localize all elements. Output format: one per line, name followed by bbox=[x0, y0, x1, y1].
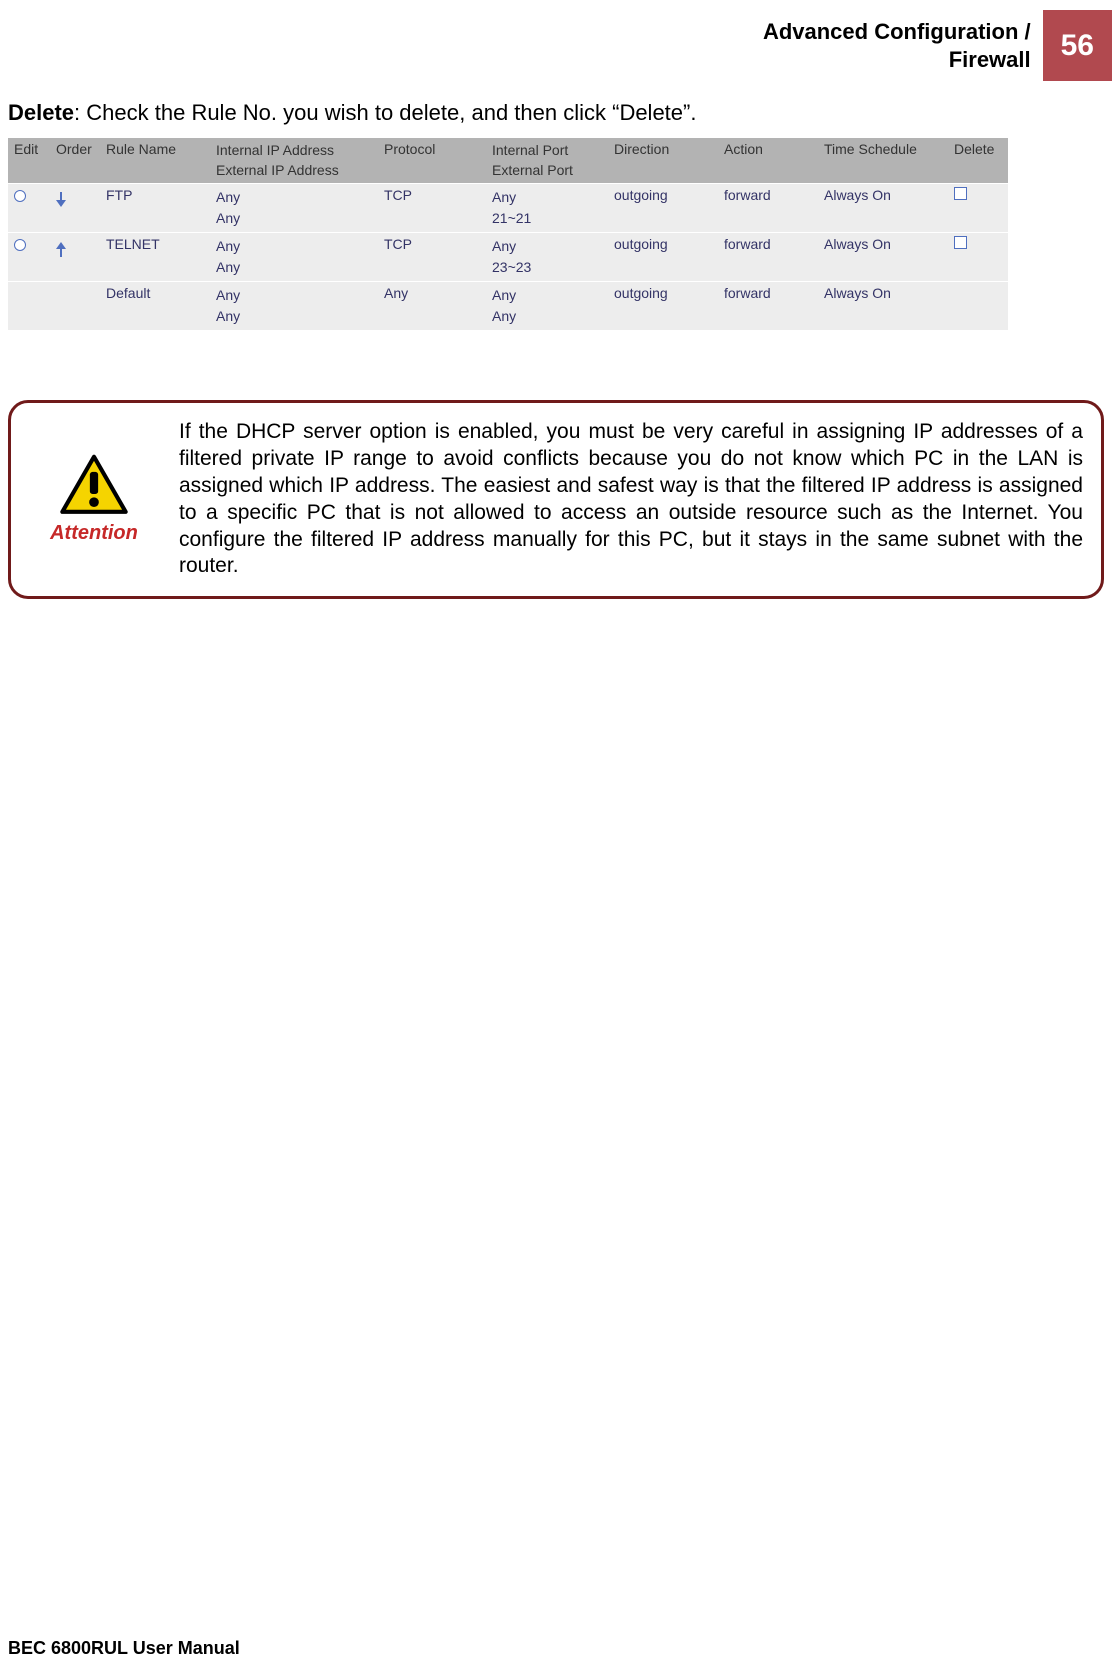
cell-rule-name: FTP bbox=[100, 184, 210, 233]
cell-protocol: Any bbox=[378, 282, 486, 331]
th-ip-external: External IP Address bbox=[216, 161, 372, 181]
cell-rule-name: TELNET bbox=[100, 233, 210, 282]
attention-text: If the DHCP server option is enabled, yo… bbox=[179, 419, 1083, 580]
cell-schedule: Always On bbox=[818, 282, 948, 331]
cell-direction: outgoing bbox=[608, 233, 718, 282]
attention-icon-col: Attention bbox=[29, 454, 179, 545]
page-header: Advanced Configuration / Firewall 56 bbox=[763, 10, 1112, 81]
cell-action: forward bbox=[718, 233, 818, 282]
table-header-row: Edit Order Rule Name Internal IP Address… bbox=[8, 138, 1008, 184]
attention-label: Attention bbox=[50, 522, 138, 545]
th-ip: Internal IP Address External IP Address bbox=[210, 138, 378, 184]
cell-direction: outgoing bbox=[608, 282, 718, 331]
th-rule: Rule Name bbox=[100, 138, 210, 184]
delete-text: : Check the Rule No. you wish to delete,… bbox=[74, 100, 696, 125]
cell-ip: AnyAny bbox=[210, 233, 378, 282]
edit-radio[interactable] bbox=[14, 190, 26, 202]
th-ip-internal: Internal IP Address bbox=[216, 141, 372, 161]
page-header-title: Advanced Configuration / Firewall bbox=[763, 10, 1043, 81]
cell-direction: outgoing bbox=[608, 184, 718, 233]
delete-checkbox[interactable] bbox=[954, 236, 967, 249]
th-delete: Delete bbox=[948, 138, 1008, 184]
cell-ip: AnyAny bbox=[210, 184, 378, 233]
th-schedule: Time Schedule bbox=[818, 138, 948, 184]
th-port-external: External Port bbox=[492, 161, 602, 181]
footer-text: BEC 6800RUL User Manual bbox=[8, 1638, 240, 1659]
cell-protocol: TCP bbox=[378, 233, 486, 282]
page-number: 56 bbox=[1043, 10, 1112, 81]
delete-checkbox[interactable] bbox=[954, 187, 967, 200]
cell-port: Any23~23 bbox=[486, 233, 608, 282]
th-action: Action bbox=[718, 138, 818, 184]
th-direction: Direction bbox=[608, 138, 718, 184]
arrow-up-icon[interactable] bbox=[56, 242, 66, 257]
th-port-internal: Internal Port bbox=[492, 141, 602, 161]
cell-port: AnyAny bbox=[486, 282, 608, 331]
header-line1: Advanced Configuration / bbox=[763, 18, 1031, 46]
th-edit: Edit bbox=[8, 138, 50, 184]
cell-ip: AnyAny bbox=[210, 282, 378, 331]
cell-port: Any21~21 bbox=[486, 184, 608, 233]
cell-action: forward bbox=[718, 184, 818, 233]
table-row: FTPAnyAnyTCPAny21~21outgoingforwardAlway… bbox=[8, 184, 1008, 233]
arrow-down-icon[interactable] bbox=[56, 192, 66, 207]
edit-radio[interactable] bbox=[14, 239, 26, 251]
header-line2: Firewall bbox=[763, 46, 1031, 74]
warning-icon bbox=[58, 454, 130, 516]
cell-rule-name: Default bbox=[100, 282, 210, 331]
table-row: TELNETAnyAnyTCPAny23~23outgoingforwardAl… bbox=[8, 233, 1008, 282]
cell-schedule: Always On bbox=[818, 233, 948, 282]
cell-action: forward bbox=[718, 282, 818, 331]
th-order: Order bbox=[50, 138, 100, 184]
delete-label: Delete bbox=[8, 100, 74, 125]
table-row: DefaultAnyAnyAnyAnyAnyoutgoingforwardAlw… bbox=[8, 282, 1008, 331]
th-port: Internal Port External Port bbox=[486, 138, 608, 184]
rules-table: Edit Order Rule Name Internal IP Address… bbox=[8, 138, 1008, 330]
th-protocol: Protocol bbox=[378, 138, 486, 184]
cell-schedule: Always On bbox=[818, 184, 948, 233]
attention-box: Attention If the DHCP server option is e… bbox=[8, 400, 1104, 599]
delete-instruction: Delete: Check the Rule No. you wish to d… bbox=[8, 100, 1104, 126]
cell-protocol: TCP bbox=[378, 184, 486, 233]
